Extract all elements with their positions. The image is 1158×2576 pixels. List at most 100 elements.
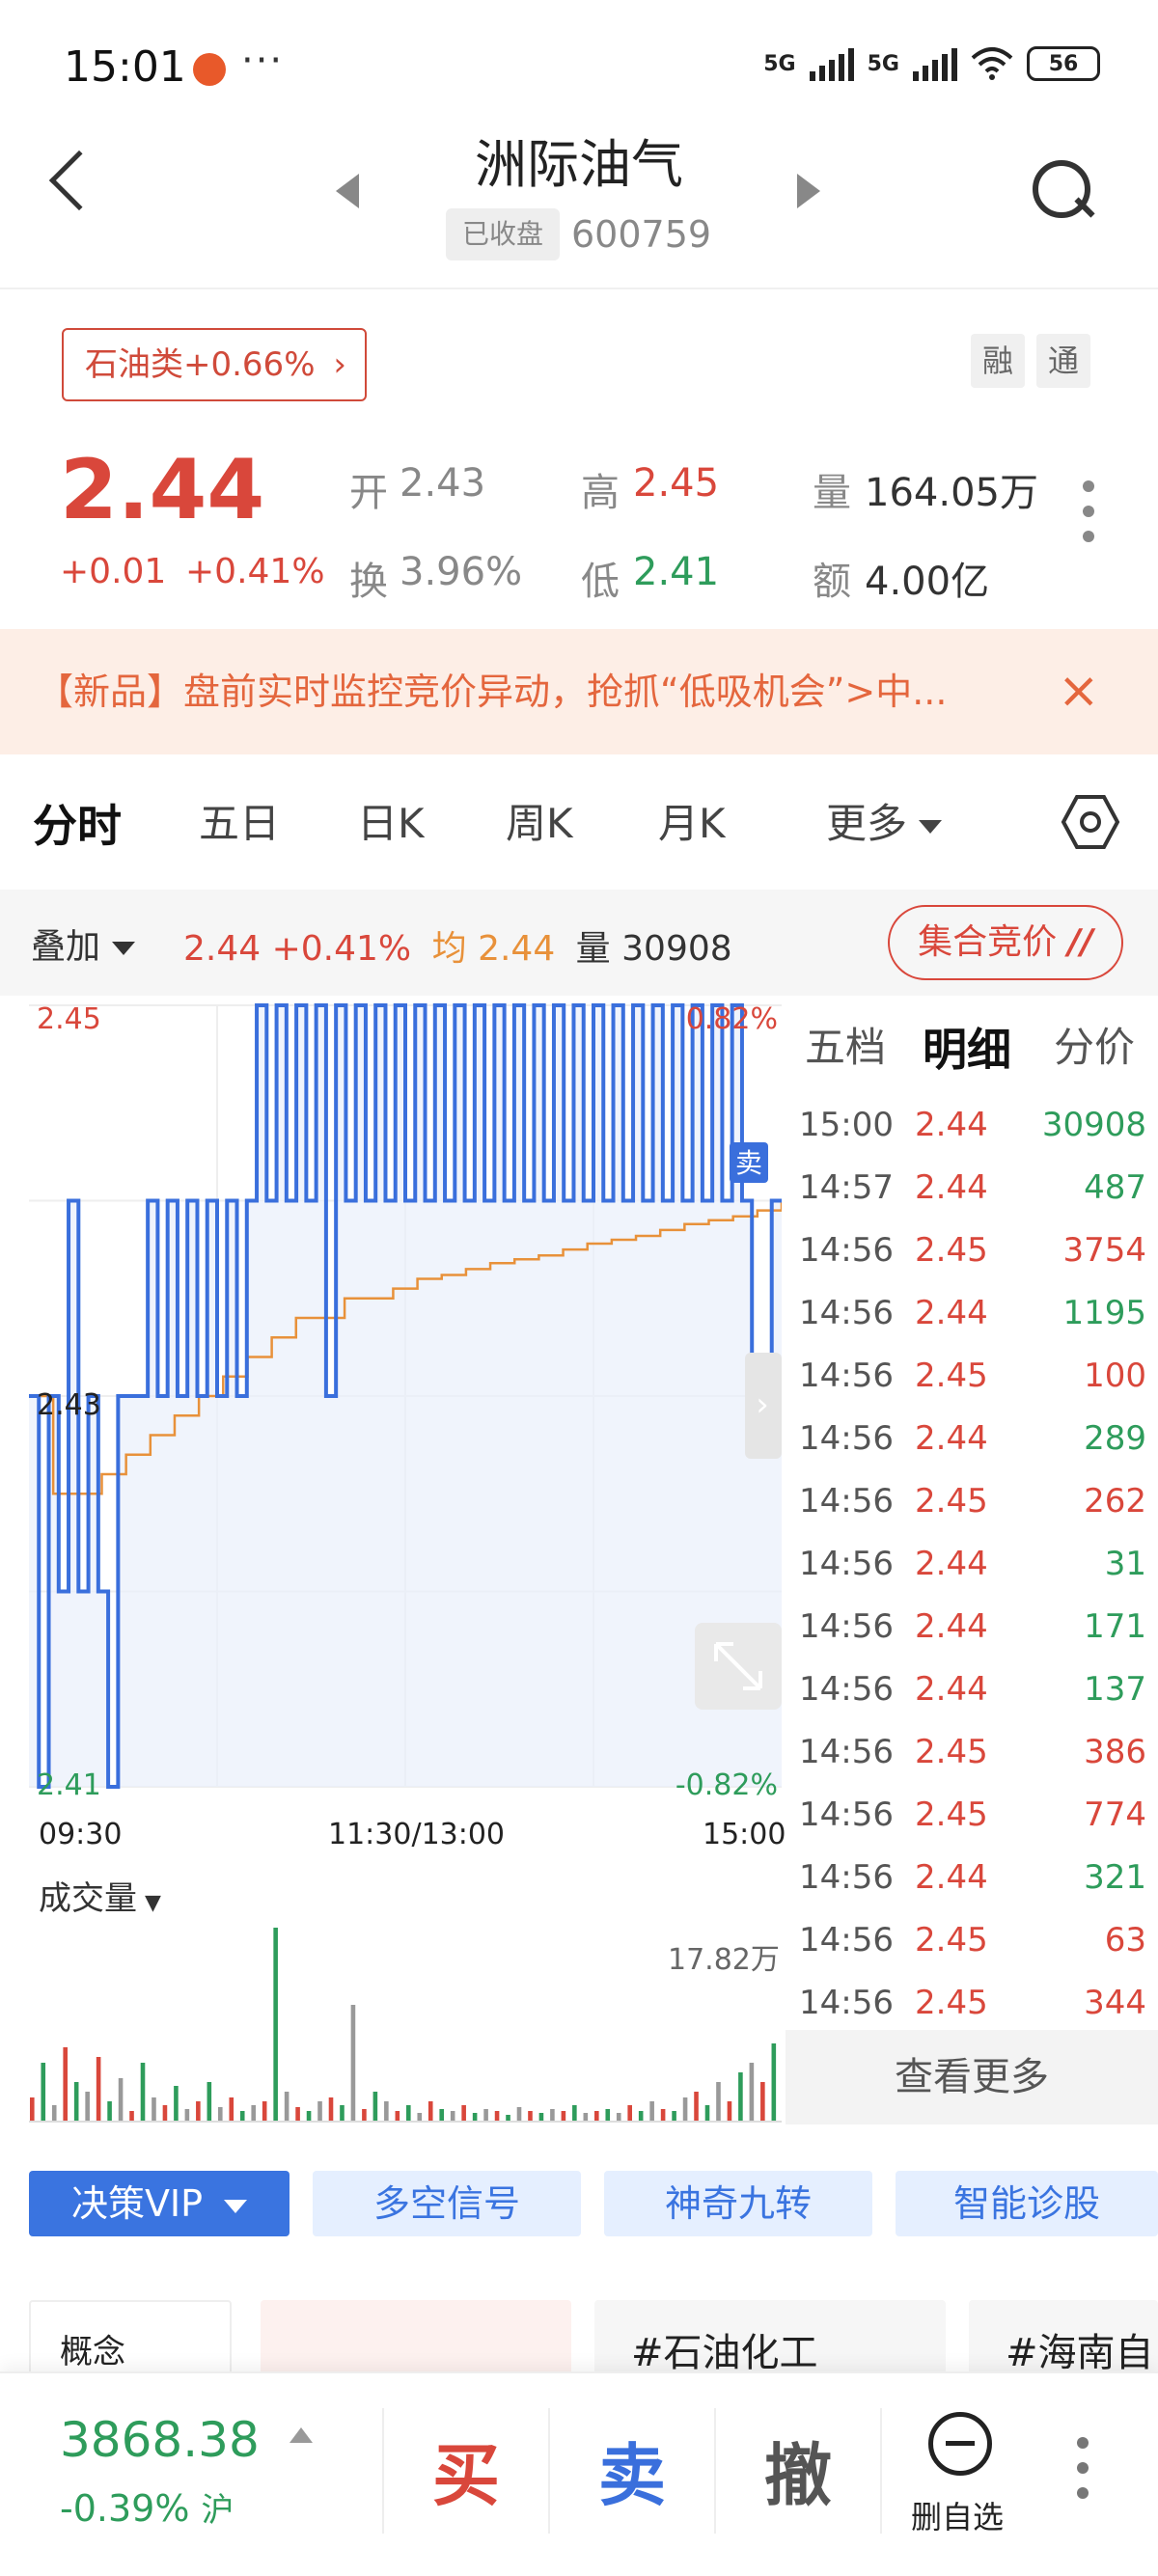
- trade-volume: 3754: [1062, 1231, 1146, 1270]
- index-change: -0.39% 沪: [60, 2483, 234, 2531]
- overlay-values: 2.44 +0.41% 均 2.44 量 30908: [183, 920, 732, 971]
- volume-bar: [284, 2092, 290, 2121]
- sell-marker-label: 卖: [735, 1147, 762, 1179]
- volume-bar: [262, 2101, 267, 2121]
- divider: [714, 2408, 716, 2534]
- pct-top-label: 0.82%: [686, 1002, 778, 1036]
- chevron-down-icon: [224, 2199, 248, 2213]
- smart-diagnosis-button[interactable]: 智能诊股: [896, 2171, 1158, 2236]
- trade-volume: 321: [1084, 1858, 1146, 1897]
- trade-row: 14:57 2.44 487: [799, 1168, 1146, 1231]
- signal-icon: [809, 46, 854, 81]
- tab-monthly-k[interactable]: 月K: [658, 791, 726, 850]
- trade-price: 2.44: [915, 1607, 988, 1646]
- x-tick-close: 15:00: [703, 1818, 786, 1851]
- tab-weekly-k[interactable]: 周K: [506, 791, 573, 850]
- index-value[interactable]: 3868.38: [60, 2412, 260, 2468]
- more-vertical-icon[interactable]: [1083, 480, 1094, 556]
- trade-time: 14:56: [799, 1858, 894, 1897]
- tab-order-book[interactable]: 五档: [805, 1015, 886, 1074]
- volume-bar: [152, 2097, 156, 2121]
- chevron-right-icon: ›: [756, 1385, 769, 1424]
- cancel-order-button[interactable]: 撤: [726, 2422, 870, 2519]
- call-auction-button[interactable]: 集合竞价 //: [888, 905, 1123, 980]
- trade-volume: 487: [1084, 1168, 1146, 1207]
- tab-price-distribution[interactable]: 分价: [1054, 1015, 1135, 1074]
- tab-intraday[interactable]: 分时: [33, 791, 122, 855]
- market-status-badge: 已收盘: [446, 208, 560, 260]
- sector-tag[interactable]: 石油类+0.66% ›: [62, 328, 367, 401]
- auction-icon: //: [1067, 922, 1093, 962]
- avg-label: 均: [431, 929, 467, 969]
- tab-more[interactable]: 更多: [826, 791, 943, 850]
- next-stock-icon[interactable]: [797, 174, 820, 208]
- trade-row: 14:56 2.45 774: [799, 1795, 1146, 1858]
- volume-chart: [29, 1928, 782, 2123]
- volume-bar: [406, 2105, 411, 2121]
- see-more-button[interactable]: 查看更多: [786, 2030, 1158, 2124]
- volume-bar: [682, 2097, 688, 2121]
- overlay-label: 叠加: [31, 927, 101, 967]
- trade-volume: 137: [1084, 1670, 1146, 1709]
- volume-label: 量: [813, 471, 851, 515]
- open-value: 2.43: [400, 461, 486, 506]
- volume-bar: [129, 2111, 134, 2121]
- high-label: 高: [581, 471, 620, 515]
- volume-bar: [229, 2097, 234, 2121]
- volume-bar: [760, 2082, 765, 2121]
- y-bottom-label: 2.41: [37, 1768, 101, 1802]
- tab-trade-detail[interactable]: 明细: [923, 1015, 1011, 1079]
- concept-label: 概念: [60, 2333, 125, 2371]
- expand-up-icon[interactable]: [290, 2427, 313, 2443]
- turnover-label: 换: [349, 560, 388, 604]
- chevron-down-icon: ▼: [145, 1891, 161, 1915]
- volume-bar: [30, 2097, 35, 2121]
- tab-five-day[interactable]: 五日: [199, 791, 280, 850]
- vol-value: 30908: [621, 929, 732, 969]
- decision-vip-button[interactable]: 决策VIP: [29, 2171, 290, 2236]
- sell-button[interactable]: 卖: [560, 2422, 704, 2519]
- volume-bar: [73, 2082, 79, 2121]
- remove-watchlist-label[interactable]: 删自选: [911, 2493, 1004, 2537]
- trade-price: 2.45: [915, 1733, 988, 1771]
- tab-daily-k[interactable]: 日K: [357, 791, 425, 850]
- volume-bar: [41, 2063, 46, 2121]
- x-tick-midday: 11:30/13:00: [328, 1818, 506, 1851]
- margin-badge[interactable]: 融: [971, 334, 1025, 388]
- promo-banner[interactable]: 【新品】盘前实时监控竞价异动，抢抓“低吸机会”>中...: [0, 629, 1158, 754]
- volume-bar: [107, 2101, 112, 2121]
- close-icon[interactable]: ×: [1058, 662, 1100, 720]
- trade-row: 15:00 2.44 30908: [799, 1106, 1146, 1168]
- buy-button[interactable]: 买: [394, 2422, 538, 2519]
- intraday-chart[interactable]: 2.45 2.43 2.41 0.82% -0.82% 卖 ›: [29, 996, 782, 1806]
- trade-row: 14:56 2.45 262: [799, 1482, 1146, 1545]
- trade-price: 2.45: [915, 1357, 988, 1395]
- long-short-signal-button[interactable]: 多空信号: [313, 2171, 581, 2236]
- trade-price: 2.44: [915, 1670, 988, 1709]
- trade-time: 14:56: [799, 1670, 894, 1709]
- volume-dropdown[interactable]: 成交量 ▼: [39, 1872, 161, 1919]
- chevron-down-icon: [919, 819, 943, 834]
- volume-bar: [239, 2111, 245, 2121]
- volume-bar: [528, 2111, 533, 2121]
- magic-nine-button[interactable]: 神奇九转: [604, 2171, 872, 2236]
- network-5g-label-2: 5G: [867, 51, 899, 76]
- settings-hex-icon[interactable]: [1060, 791, 1121, 853]
- overlay-dropdown[interactable]: 叠加: [31, 918, 136, 969]
- volume-bar: [118, 2078, 124, 2121]
- open-label: 开: [349, 471, 388, 515]
- volume-bar: [207, 2082, 212, 2121]
- trade-row: 14:56 2.44 31: [799, 1545, 1146, 1607]
- chevron-down-icon: [112, 942, 136, 955]
- connect-badge[interactable]: 通: [1036, 334, 1090, 388]
- volume-bar: [594, 2111, 599, 2121]
- prev-stock-icon[interactable]: [336, 174, 359, 208]
- trade-volume: 774: [1084, 1795, 1146, 1834]
- volume-bar: [306, 2111, 312, 2121]
- trade-time: 14:56: [799, 1795, 894, 1834]
- volume-bar: [516, 2107, 522, 2121]
- more-vertical-icon[interactable]: [1077, 2437, 1089, 2512]
- volume-bar: [561, 2111, 566, 2121]
- battery-level: 56: [1048, 51, 1079, 76]
- status-time: 15:01: [64, 42, 186, 92]
